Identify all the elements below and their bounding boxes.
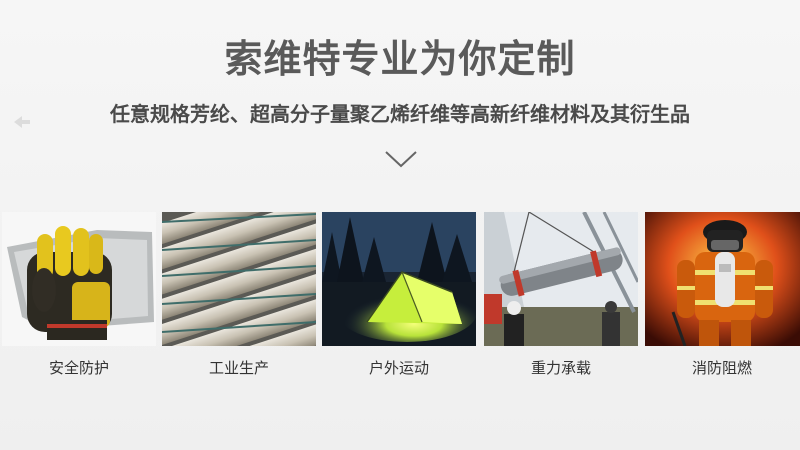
page-subtitle: 任意规格芳纶、超高分子量聚乙烯纤维等高新纤维材料及其衍生品 [110,102,690,126]
category-card-safety[interactable] [2,212,156,346]
category-card-fire-retardant[interactable] [645,212,800,346]
firefighter-image [645,212,800,346]
page-title: 索维特专业为你定制 [224,37,576,81]
chevron-down-icon[interactable] [383,148,419,170]
category-gallery [0,212,800,346]
fiber-rope-bundle-image [162,212,316,346]
crane-lifting-image [484,212,638,346]
category-label-outdoor[interactable]: 户外运动 [322,357,476,378]
glowing-tent-image [322,212,476,346]
category-card-heavy-lift[interactable] [484,212,638,346]
category-label-fire-retardant[interactable]: 消防阻燃 [645,357,799,378]
category-label-industry[interactable]: 工业生产 [162,357,316,378]
category-label-heavy-lift[interactable]: 重力承载 [484,357,638,378]
category-card-industry[interactable] [162,212,316,346]
category-label-safety[interactable]: 安全防护 [2,357,156,378]
category-card-outdoor[interactable] [322,212,476,346]
cut-resistant-glove-image [2,212,156,346]
faint-arrow-icon [14,116,30,128]
